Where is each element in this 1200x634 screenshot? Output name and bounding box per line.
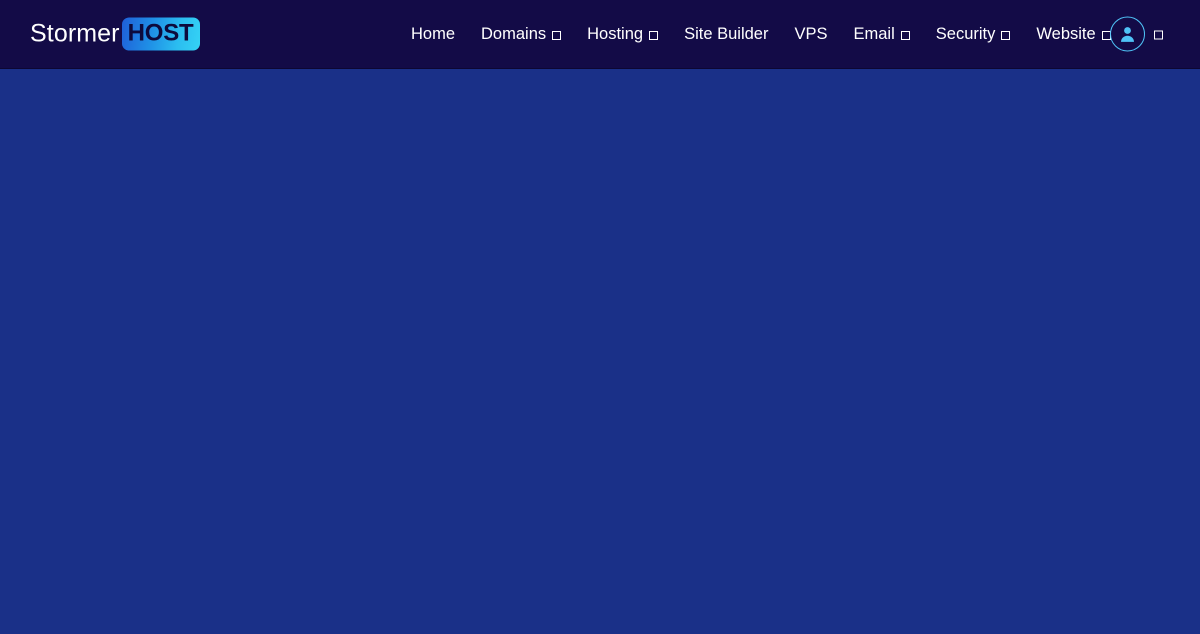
nav-item-security[interactable]: Security (923, 0, 1024, 69)
chevron-down-icon (552, 31, 562, 40)
page-body (0, 69, 1200, 634)
site-header: Stormer HOST Home Domains Hosting Site B… (0, 0, 1200, 69)
nav-label-site-builder: Site Builder (684, 25, 769, 44)
logo-text-primary: Stormer (30, 19, 120, 48)
nav-item-domains[interactable]: Domains (468, 0, 574, 69)
nav-label-security: Security (935, 25, 996, 44)
account-menu[interactable] (1110, 16, 1163, 52)
nav-item-email[interactable]: Email (841, 0, 923, 69)
nav-item-website[interactable]: Website (1023, 0, 1123, 69)
chevron-down-icon (1001, 31, 1011, 40)
nav-label-home: Home (411, 25, 456, 44)
chevron-down-icon (900, 31, 910, 40)
nav-label-website: Website (1036, 25, 1096, 44)
avatar[interactable] (1110, 16, 1145, 52)
nav-label-vps: VPS (794, 25, 828, 44)
logo-text-badge: HOST (121, 17, 201, 51)
main-navigation: Home Domains Hosting Site Builder VPS Em… (398, 0, 1124, 69)
nav-label-email: Email (853, 25, 895, 44)
nav-label-hosting: Hosting (587, 25, 644, 44)
logo-stormerhost[interactable]: Stormer HOST (30, 17, 201, 51)
user-avatar-icon (1121, 27, 1134, 42)
nav-label-domains: Domains (481, 25, 547, 44)
page-root: Stormer HOST Home Domains Hosting Site B… (0, 0, 1200, 634)
nav-item-site-builder[interactable]: Site Builder (671, 0, 781, 69)
nav-item-vps[interactable]: VPS (781, 0, 840, 69)
chevron-down-icon (649, 31, 659, 40)
nav-item-hosting[interactable]: Hosting (574, 0, 671, 69)
chevron-down-icon (1154, 30, 1163, 40)
nav-item-home[interactable]: Home (398, 0, 468, 69)
